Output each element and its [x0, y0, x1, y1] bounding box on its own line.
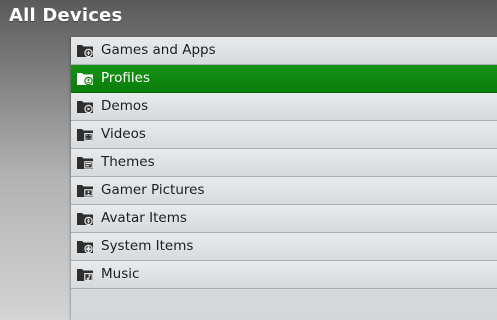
header: All Devices — [0, 0, 497, 38]
videos-folder-icon — [76, 126, 94, 142]
list-item-music[interactable]: Music — [71, 261, 497, 289]
list-item-label: System Items — [101, 238, 194, 254]
list-item-label: Themes — [101, 154, 155, 170]
list-item-label: Games and Apps — [101, 42, 216, 58]
games-folder-icon — [76, 42, 94, 58]
demos-folder-icon — [76, 98, 94, 114]
list-item-label: Videos — [101, 126, 146, 142]
list-item-themes[interactable]: Themes — [71, 149, 497, 177]
list-item-system-items[interactable]: System Items — [71, 233, 497, 261]
system-items-folder-icon — [76, 238, 94, 254]
list-item-videos[interactable]: Videos — [71, 121, 497, 149]
device-content-list: Games and Apps Profiles Demos Videos The… — [71, 37, 497, 320]
list-item-profiles[interactable]: Profiles — [71, 65, 497, 93]
list-item-label: Gamer Pictures — [101, 182, 205, 198]
page-title: All Devices — [9, 5, 123, 26]
gamer-pictures-folder-icon — [76, 182, 94, 198]
themes-folder-icon — [76, 154, 94, 170]
list-item-avatar-items[interactable]: Avatar Items — [71, 205, 497, 233]
list-item-gamer-pictures[interactable]: Gamer Pictures — [71, 177, 497, 205]
list-item-label: Avatar Items — [101, 210, 187, 226]
profiles-folder-icon — [76, 70, 94, 86]
music-folder-icon — [76, 266, 94, 282]
list-item-demos[interactable]: Demos — [71, 93, 497, 121]
avatar-items-folder-icon — [76, 210, 94, 226]
list-item-games-and-apps[interactable]: Games and Apps — [71, 37, 497, 65]
list-item-label: Demos — [101, 98, 149, 114]
list-item-label: Music — [101, 266, 140, 282]
list-item-label: Profiles — [101, 70, 151, 86]
